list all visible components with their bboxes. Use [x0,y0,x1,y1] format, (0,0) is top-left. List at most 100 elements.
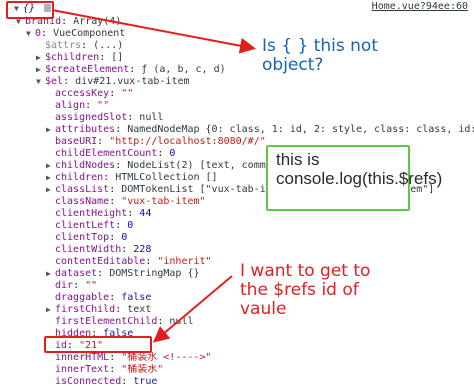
property-value: "inherit" [157,256,212,267]
property-value: (...) [93,40,124,51]
property-value: "" [97,100,110,111]
property-key: dataset [55,268,98,279]
property-separator: : [99,52,112,63]
property-separator: : [127,112,140,123]
property-key: innerHTML [55,352,110,363]
tree-row[interactable]: ▶ attributes: NamedNodeMap {0: class, 1: … [46,124,474,136]
property-key: firstElementChild [55,316,158,327]
property-separator: : [63,76,76,87]
property-separator: : [109,352,122,363]
property-key: firstChild [55,304,116,315]
tree-row[interactable]: clientTop: 0 [46,232,474,244]
property-value: NamedNodeMap {0: class, 1: id, 2: style,… [127,124,474,135]
tree-row[interactable]: accessKey: "" [46,88,474,100]
property-key: attributes [55,124,116,135]
expand-arrow-icon[interactable]: ▼ [26,28,35,40]
property-separator: : [41,28,54,39]
property-value: div#21.vux-tab-item [75,76,190,87]
property-key: clientLeft [55,220,116,231]
property-value: text [127,304,152,315]
property-key: $createElement [45,64,130,75]
property-value: VueComponent [53,28,126,39]
property-value: "桶装水" [121,364,164,375]
property-separator: : [121,376,134,387]
property-separator: : [73,280,86,291]
property-separator: : [115,220,128,231]
object-question-note: Is { } this not object? [262,36,378,75]
expand-arrow-icon[interactable]: ▶ [36,64,45,76]
property-key: clientTop [55,232,110,243]
property-separator: : [115,124,128,135]
property-separator: : [109,88,122,99]
id-highlight-box [44,336,152,353]
property-separator: : [145,256,158,267]
expand-arrow-icon[interactable]: ▶ [46,304,55,316]
property-separator: : [61,16,74,27]
property-separator: : [109,184,122,195]
tree-row[interactable]: isConnected: true [46,376,474,388]
expand-arrow-icon[interactable]: ▶ [46,184,55,196]
tree-row[interactable]: ▼ branid: Array(4) [16,16,474,28]
property-key: className [55,196,110,207]
property-key: contentEditable [55,256,146,267]
property-separator: : [129,64,142,75]
tree-row[interactable]: clientWidth: 228 [46,244,474,256]
property-value: 0 [169,148,176,159]
property-value: 228 [133,244,152,255]
property-key: assignedSlot [55,112,128,123]
want-id-note: I want to get to the $refs id of vaule [240,261,371,319]
property-key: $children [45,52,100,63]
property-value: "http://localhost:8080/#/" [109,136,266,147]
property-key: classList [55,184,110,195]
property-key: accessKey [55,88,110,99]
property-separator: : [109,232,122,243]
property-separator: : [157,148,170,159]
expand-arrow-icon[interactable]: ▶ [36,52,45,64]
property-separator: : [109,292,122,303]
property-separator: : [157,316,170,327]
property-separator: : [85,100,98,111]
property-value: [] [111,52,124,63]
property-value: HTMLCollection [] [115,172,218,183]
property-key: baseURI [55,136,98,147]
property-value: null [139,112,164,123]
expand-arrow-icon[interactable]: ▶ [46,160,55,172]
property-separator: : [97,136,110,147]
property-separator: : [109,196,122,207]
property-key: childNodes [55,160,116,171]
property-separator: : [115,304,128,315]
property-key: innerText [55,364,110,375]
tree-row[interactable]: ▼ $el: div#21.vux-tab-item [36,76,474,88]
property-separator: : [81,40,94,51]
tree-row[interactable]: assignedSlot: null [46,112,474,124]
tree-row[interactable]: innerText: "桶装水" [46,364,474,376]
property-key: children [55,172,104,183]
property-separator: : [121,244,134,255]
tree-root-row[interactable]: ▼{} [14,3,474,15]
expand-arrow-icon[interactable]: ▶ [46,268,55,280]
property-separator: : [97,268,110,279]
property-key: dir [55,280,74,291]
tree-row[interactable]: clientLeft: 0 [46,220,474,232]
expand-arrow-icon[interactable]: ▶ [46,172,55,184]
expand-arrow-icon[interactable]: ▼ [36,76,45,88]
expand-arrow-icon[interactable]: ▶ [46,124,55,136]
property-value: 0 [121,232,128,243]
property-value: DOMStringMap {} [109,268,200,279]
property-key: $el [45,76,64,87]
property-key: clientHeight [55,208,128,219]
property-value: ƒ (a, b, c, d) [141,64,226,75]
property-key: align [55,100,86,111]
property-value: Array(4) [73,16,122,27]
tree-row[interactable]: innerHTML: "桶装水 <!---->" [46,352,474,364]
console-log-note: this is console.log(this.$refs) [276,150,443,188]
tree-row[interactable]: align: "" [46,100,474,112]
property-value: 44 [139,208,152,219]
property-value: false [121,292,152,303]
property-key: isConnected [55,376,122,387]
property-value: 0 [127,220,134,231]
property-key: clientWidth [55,244,122,255]
property-value: "" [85,280,98,291]
property-value: true [133,376,158,387]
property-value: null [169,316,194,327]
